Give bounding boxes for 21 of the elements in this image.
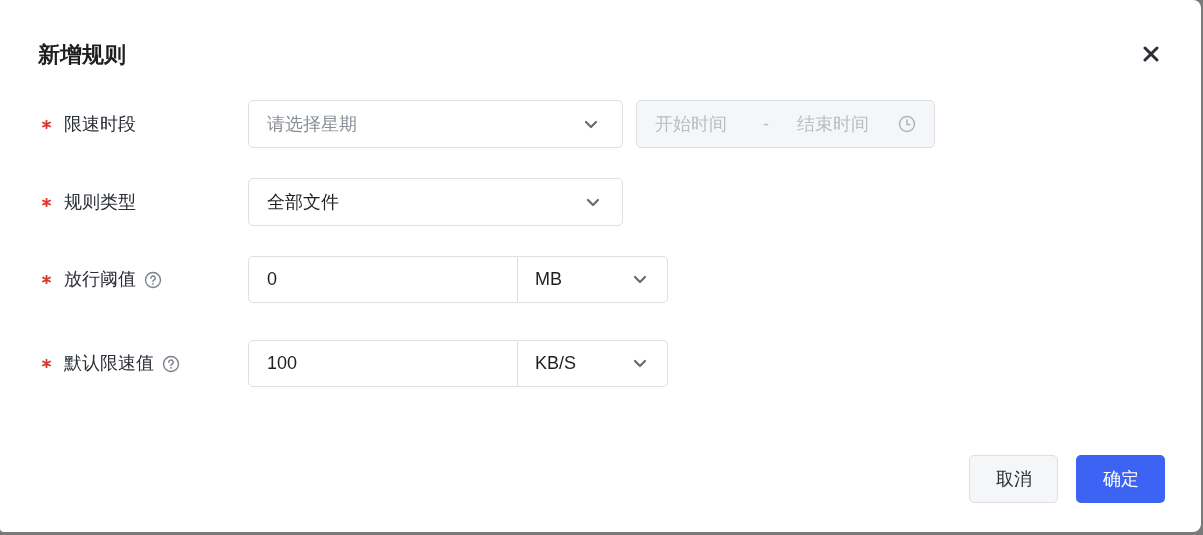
clock-icon bbox=[898, 115, 916, 133]
rule-type-select[interactable]: 全部文件 bbox=[248, 178, 623, 226]
chevron-down-icon bbox=[633, 275, 647, 284]
number-input[interactable]: 100 bbox=[248, 340, 518, 387]
unit-select[interactable]: MB bbox=[518, 256, 668, 303]
range-separator: - bbox=[762, 112, 770, 136]
chevron-down-icon bbox=[584, 119, 598, 129]
chevron-down-icon bbox=[586, 197, 600, 207]
close-icon[interactable] bbox=[1143, 46, 1159, 62]
cancel-button[interactable]: 取消 bbox=[969, 455, 1058, 503]
help-icon[interactable] bbox=[162, 354, 180, 373]
field-label: 放行阈值 bbox=[64, 268, 136, 291]
help-icon[interactable] bbox=[144, 270, 162, 289]
confirm-button[interactable]: 确定 bbox=[1076, 455, 1165, 503]
number-input[interactable]: 0 bbox=[248, 256, 518, 303]
field-label: 规则类型 bbox=[64, 190, 136, 214]
unit-select[interactable]: KB/S bbox=[518, 340, 668, 387]
field-label: 限速时段 bbox=[64, 112, 136, 136]
field-label: 默认限速值 bbox=[64, 352, 154, 375]
dialog-title: 新增规则 bbox=[38, 40, 126, 69]
chevron-down-icon bbox=[633, 359, 647, 368]
